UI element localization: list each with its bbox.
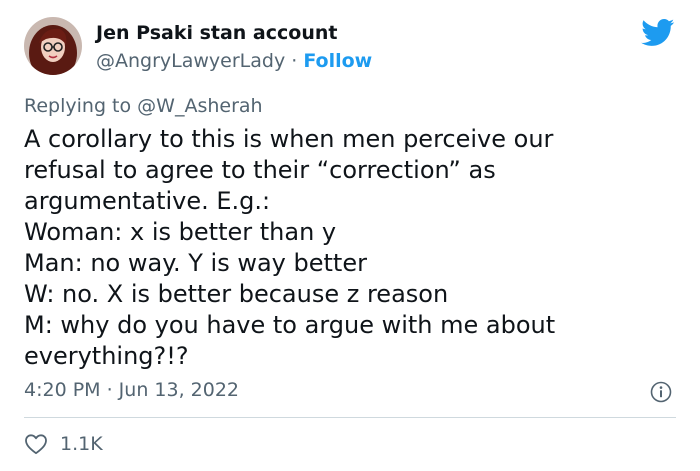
like-count: 1.1K [60,433,103,455]
divider [24,417,676,418]
author-handle[interactable]: @AngryLawyerLady [96,50,285,72]
heart-icon[interactable] [24,433,48,455]
reply-mention-link[interactable]: @W_Asherah [137,95,262,117]
tweet-line: argumentative. E.g.: [24,187,271,215]
tweet-line: Woman: x is better than y [24,218,337,246]
tweet-text: A corollary to this is when men perceive… [24,124,674,372]
tweet-line: M: why do you have to argue with me abou… [24,311,556,339]
replying-prefix: Replying to [24,95,132,117]
separator-dot: · [291,50,298,72]
like-action[interactable]: 1.1K [24,432,103,456]
author-display-name[interactable]: Jen Psaki stan account [96,22,337,44]
tweet-line: Man: no way. Y is way better [24,249,367,277]
avatar-image [24,17,82,75]
tweet-line: refusal to agree to their “correction” a… [24,156,496,184]
tweet-timestamp[interactable]: 4:20 PM · Jun 13, 2022 [24,379,239,401]
tweet-line: everything?!? [24,342,189,370]
replying-to: Replying to @W_Asherah [24,95,263,117]
info-icon[interactable] [650,381,672,403]
author-handle-row: @AngryLawyerLady · Follow [96,50,372,72]
follow-button[interactable]: Follow [303,50,372,72]
avatar[interactable] [24,17,82,75]
tweet-line: W: no. X is better because z reason [24,280,449,308]
tweet-line: A corollary to this is when men perceive… [24,125,554,153]
twitter-bird-icon[interactable] [641,19,675,47]
